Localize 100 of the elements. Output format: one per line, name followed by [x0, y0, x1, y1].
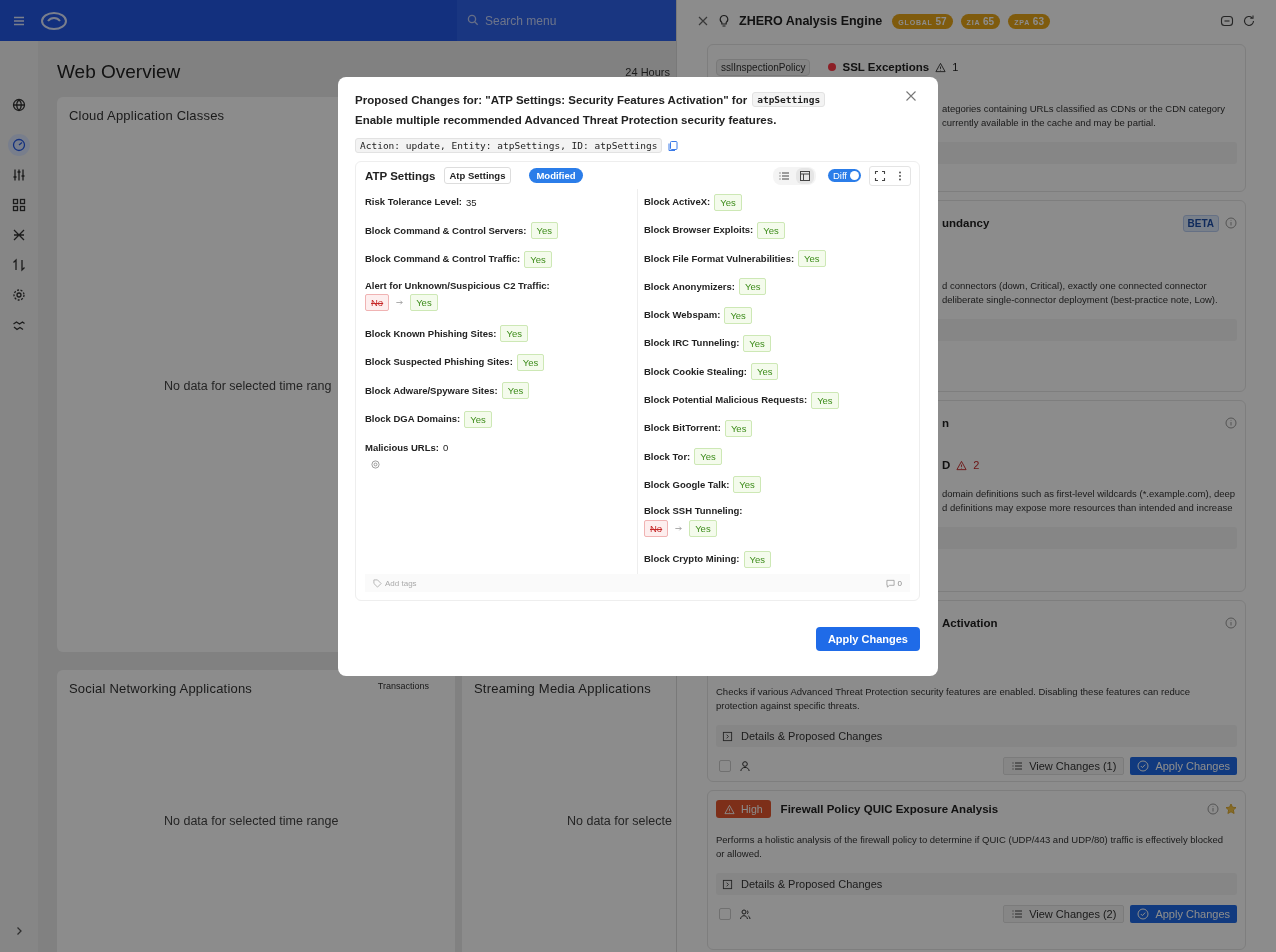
entity-type-tag: Atp Settings [443, 167, 512, 184]
details-toggle[interactable]: Details & Proposed Changes [716, 873, 1237, 895]
severity-badge: High [716, 800, 771, 818]
close-icon[interactable] [697, 15, 709, 27]
field-label: Block Suspected Phishing Sites: [365, 355, 513, 369]
transfer-icon [12, 258, 26, 272]
search-icon [467, 14, 479, 26]
globe-icon [12, 98, 26, 112]
warning-icon [724, 803, 735, 815]
field-label: Block SSH Tunneling: [644, 504, 743, 519]
comments-button[interactable]: 0 [885, 578, 902, 588]
value-tag: Yes [694, 448, 722, 466]
action-code: Action: update, Entity: atpSettings, ID: atpSettings [355, 138, 663, 153]
empty-message: No data for selected time rang [164, 379, 332, 393]
finding-description: Checks if various Advanced Threat Protection security features are enabled. Disabling these features can reduce protection against specific threats. [716, 685, 1192, 713]
finding-description: ategories containing URLs classified as CDNs or the CDN category [942, 102, 1225, 116]
apply-changes-button[interactable]: Apply Changes [1130, 757, 1237, 775]
field-label: Block BitTorrent: [644, 421, 721, 436]
fullscreen-icon[interactable] [874, 169, 886, 182]
finding-title: undancy [942, 217, 990, 229]
refresh-icon[interactable] [1242, 14, 1256, 28]
expand-icon [722, 878, 733, 890]
value-tag: Yes [714, 193, 742, 211]
finding-description: d connectors (down, Critical), exactly one connected connector [942, 279, 1207, 293]
warning-icon [956, 459, 968, 471]
field-label: Block IRC Tunneling: [644, 336, 740, 351]
finding-description: d definitions may expose more resources than intended and increase [942, 501, 1233, 515]
value-tag: Yes [530, 222, 559, 239]
comment-icon [885, 578, 895, 588]
dialog-title: Proposed Changes for: "ATP Settings: Security Features Activation" for [355, 93, 748, 106]
value-tag: Yes [743, 335, 771, 352]
checkbox[interactable] [719, 760, 731, 772]
widget-note: Transactions [377, 681, 429, 691]
value-tag: Yes [733, 476, 761, 494]
new-value-tag: Yes [410, 294, 438, 311]
field-label: Block File Format Vulnerabilities: [644, 251, 795, 266]
finding-title: n [942, 417, 950, 429]
view-changes-button[interactable]: View Changes (1) [1003, 757, 1125, 775]
field-label: Block Potential Malicious Requests: [644, 393, 808, 408]
value-tag: Yes [750, 363, 779, 381]
field-label: Block Command & Control Traffic: [365, 252, 521, 266]
star-icon[interactable] [1225, 803, 1237, 815]
warning-icon [935, 61, 947, 73]
field-label: Block Known Phishing Sites: [365, 326, 497, 341]
check-circle-icon [1137, 760, 1150, 772]
diff-toggle[interactable]: Diff [827, 169, 861, 182]
old-value-tag: No [365, 294, 390, 311]
value-tag: Yes [757, 221, 785, 239]
apply-changes-button[interactable]: Apply Changes [815, 627, 920, 651]
finding-description: currently available in the cache and may be partial. [942, 116, 1156, 130]
lightbulb-icon [717, 14, 731, 28]
value-tag: Yes [724, 306, 752, 324]
users-icon[interactable] [739, 908, 751, 920]
widget-title: Cloud Application Classes [69, 108, 225, 123]
field-label: Block Webspam: [644, 308, 721, 323]
time-range-selector[interactable]: 24 Hours [625, 66, 670, 78]
value-tag: Yes [501, 382, 530, 399]
apply-changes-button[interactable]: Apply Changes [1130, 905, 1237, 923]
grid-icon [12, 198, 26, 212]
field-value: 35 [466, 196, 477, 208]
sliders-icon [12, 168, 26, 182]
user-icon[interactable] [739, 760, 751, 772]
details-toggle[interactable]: Details & Proposed Changes [716, 725, 1237, 747]
empty-message: No data for selecte [567, 814, 672, 828]
field-label: Block Crypto Mining: [644, 552, 740, 567]
finding-description: domain definitions such as first-level wildcards (*.example.com), deep [942, 487, 1236, 501]
copy-icon[interactable] [667, 139, 680, 152]
list-icon [1011, 760, 1024, 772]
add-tags-button[interactable]: Add tags [373, 578, 417, 588]
search-field[interactable]: Search menu [457, 0, 676, 41]
tag-icon [373, 578, 382, 588]
value-tag: Yes [743, 550, 772, 568]
arrow-right-icon [395, 298, 405, 307]
old-value-tag: No [644, 519, 669, 537]
checkbox[interactable] [719, 908, 731, 920]
finding-title: SSL Exceptions [842, 61, 930, 73]
field-label: Block Anonymizers: [644, 279, 735, 294]
warning-count: 1 [952, 61, 959, 73]
view-mode-option[interactable] [795, 167, 814, 184]
field-label: Risk Tolerance Level: [365, 195, 462, 209]
view-changes-button[interactable]: View Changes (2) [1003, 905, 1125, 923]
value-tag: Yes [516, 353, 545, 371]
status-badge: Modified [529, 168, 583, 183]
field-label: Malicious URLs: [365, 440, 439, 455]
policy-tag: sslInspectionPolicy [716, 58, 811, 76]
warning-count: 2 [973, 459, 980, 471]
expand-icon [722, 730, 733, 742]
value-tag: Yes [739, 278, 767, 296]
finding-description: deliberate single-connector deployment (best-practice note, Low). [942, 293, 1218, 307]
field-label: Block Adware/Spyware Sites: [365, 383, 498, 398]
field-label: Block Google Talk: [644, 477, 730, 492]
entity-code: atpSettings [752, 92, 826, 107]
sidebar-item[interactable] [8, 134, 30, 156]
drawer-title: ZHERO Analysis Engine [739, 14, 883, 28]
close-icon[interactable] [905, 89, 917, 102]
new-value-tag: Yes [689, 519, 717, 537]
gauge-icon [12, 138, 26, 152]
logo-icon[interactable] [41, 11, 67, 30]
dialog-subtitle: Enable multiple recommended Advanced Threat Protection security features. [355, 114, 778, 126]
field-label: Block DGA Domains: [365, 412, 461, 426]
